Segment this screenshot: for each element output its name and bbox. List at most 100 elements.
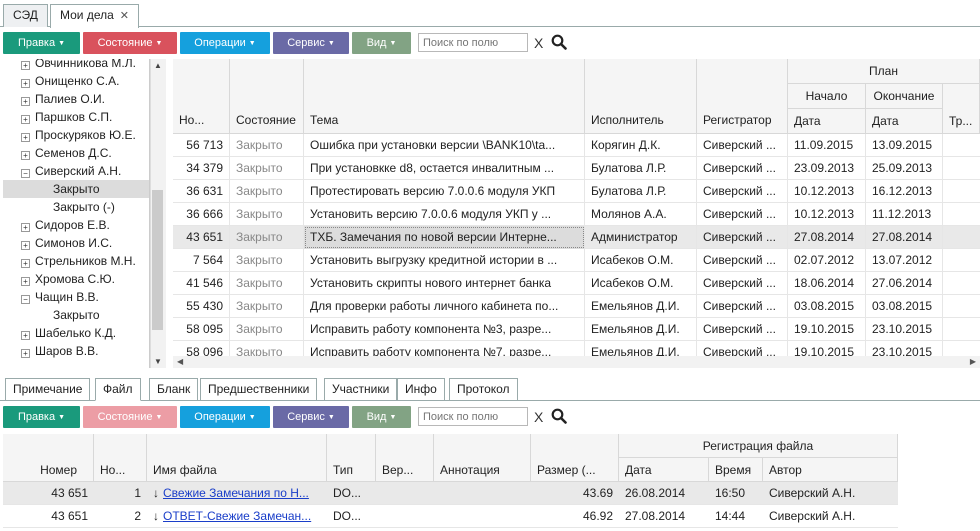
table-row[interactable]: 7 564 Закрыто Установить выгрузку кредитно… — [173, 249, 980, 272]
expand-icon[interactable]: + — [21, 277, 30, 286]
col-header-reg-time[interactable]: Время — [709, 458, 763, 482]
tree-node[interactable]: + Паршков С.П. — [21, 108, 149, 126]
table-row[interactable]: 43 651 Закрыто ТХБ. Замечания по новой вер… — [173, 226, 980, 249]
col-header-start-date[interactable]: Дата — [788, 109, 866, 134]
file-link[interactable]: Свежие Замечания по Н... — [163, 486, 309, 500]
scroll-down-icon[interactable]: ▼ — [154, 357, 162, 366]
file-row[interactable]: 43 651 1 ↓ Свежие Замечания по Н... DO... 43.… — [3, 482, 898, 505]
tree-node[interactable]: + Овчинникова М.Л. — [21, 59, 149, 72]
detail-tab[interactable]: Протокол — [449, 378, 518, 401]
tree-node[interactable]: − Чащин В.В. — [21, 288, 149, 306]
collapse-icon[interactable]: − — [21, 295, 30, 304]
download-icon[interactable]: ↓ — [153, 509, 159, 523]
col-header-reg-date[interactable]: Дата — [619, 458, 709, 482]
tree-node[interactable]: Закрыто (-) — [3, 198, 149, 216]
col-header-status[interactable]: Состояние — [230, 59, 304, 134]
expand-icon[interactable]: + — [21, 79, 30, 88]
expand-icon[interactable]: + — [21, 61, 30, 70]
pravka-button[interactable]: Правка ▼ — [3, 32, 80, 54]
col-header-executor[interactable]: Исполнитель — [585, 59, 697, 134]
file-row[interactable]: 43 651 2 ↓ ОТВЕТ-Свежие Замечан... DO... 46.9… — [3, 505, 898, 528]
tree-node[interactable]: + Палиев О.И. — [21, 90, 149, 108]
table-row[interactable]: 34 379 Закрыто При установкке d8, остается… — [173, 157, 980, 180]
vid-button[interactable]: Вид ▼ — [352, 32, 411, 54]
servis-button[interactable]: Сервис ▼ — [273, 32, 349, 54]
tree-node[interactable]: + Сидоров Е.В. — [21, 216, 149, 234]
tree-node[interactable]: + Онищенко С.А. — [21, 72, 149, 90]
expand-icon[interactable]: + — [21, 349, 30, 358]
expand-icon[interactable]: + — [21, 97, 30, 106]
col-header-annotation[interactable]: Аннотация — [434, 434, 531, 482]
detail-tab[interactable]: Файл — [95, 378, 141, 401]
tree-node[interactable]: + Симонов И.С. — [21, 234, 149, 252]
col-header-end-date[interactable]: Дата — [866, 109, 943, 134]
file-cell-date: 27.08.2014 — [625, 509, 686, 523]
expand-icon[interactable]: + — [21, 223, 30, 232]
tree-node[interactable]: Закрыто — [3, 306, 149, 324]
tab-sed[interactable]: СЭД — [3, 4, 48, 27]
pravka-button[interactable]: Правка ▼ — [3, 406, 80, 428]
sostoyanie-button[interactable]: Состояние ▼ — [83, 32, 177, 54]
detail-tab[interactable]: Инфо — [397, 378, 445, 401]
top-tab-bar: СЭД Мои дела ✕ — [0, 0, 980, 28]
table-row[interactable]: 56 713 Закрыто Ошибка при установки версии… — [173, 134, 980, 157]
table-row[interactable]: 58 095 Закрыто Исправить работу компонента… — [173, 318, 980, 341]
tree-node[interactable]: + Шабелько К.Д. — [21, 324, 149, 342]
col-header-file-type[interactable]: Тип — [327, 434, 376, 482]
expand-icon[interactable]: + — [21, 259, 30, 268]
scroll-right-icon[interactable]: ▶ — [970, 357, 976, 366]
scroll-left-icon[interactable]: ◀ — [177, 357, 183, 366]
tree-node[interactable]: + Семенов Д.С. — [21, 144, 149, 162]
table-row[interactable]: 55 430 Закрыто Для проверки работы личного… — [173, 295, 980, 318]
vid-button[interactable]: Вид ▼ — [352, 406, 411, 428]
col-header-file-name[interactable]: Имя файла — [147, 434, 327, 482]
search-input[interactable] — [418, 407, 528, 426]
clear-search-button[interactable]: X — [534, 35, 543, 51]
tree-node[interactable]: − Сиверский А.Н. — [21, 162, 149, 180]
tree-node[interactable]: + Проскуряков Ю.Е. — [21, 126, 149, 144]
col-header-registrar[interactable]: Регистратор — [697, 59, 788, 134]
col-header-file-number[interactable]: Номер — [3, 434, 94, 482]
tree-node[interactable]: + Шаров В.В. — [21, 342, 149, 360]
tree-node[interactable]: + Стрельников М.Н. — [21, 252, 149, 270]
tree-node-label: Закрыто — [53, 182, 100, 196]
cell-num: 41 546 — [173, 272, 230, 295]
grid-h-scrollbar[interactable]: ◀ ▶ — [173, 356, 980, 368]
operacii-button[interactable]: Операции ▼ — [180, 406, 270, 428]
table-row[interactable]: 58 096 Закрыто Исправить работу компонента… — [173, 341, 980, 356]
detail-tab[interactable]: Предшественники — [200, 378, 318, 401]
search-icon[interactable] — [551, 34, 567, 50]
tree-scroll-thumb[interactable] — [152, 190, 163, 330]
tree-node[interactable]: Закрыто — [3, 180, 149, 198]
table-row[interactable]: 36 631 Закрыто Протестировать версию 7.0.0… — [173, 180, 980, 203]
collapse-icon[interactable]: − — [21, 169, 30, 178]
col-header-size[interactable]: Размер (... — [531, 434, 619, 482]
expand-icon[interactable]: + — [21, 241, 30, 250]
search-icon[interactable] — [551, 408, 567, 424]
detail-tab[interactable]: Участники — [324, 378, 398, 401]
table-row[interactable]: 36 666 Закрыто Установить версию 7.0.0.6 м… — [173, 203, 980, 226]
col-header-file-version[interactable]: Вер... — [376, 434, 434, 482]
table-row[interactable]: 41 546 Закрыто Установить скрипты нового и… — [173, 272, 980, 295]
close-icon[interactable]: ✕ — [120, 10, 129, 22]
clear-search-button[interactable]: X — [534, 409, 543, 425]
download-icon[interactable]: ↓ — [153, 486, 159, 500]
file-link[interactable]: ОТВЕТ-Свежие Замечан... — [163, 509, 311, 523]
col-header-tr[interactable]: Тр... — [943, 84, 980, 134]
search-input[interactable] — [418, 33, 528, 52]
expand-icon[interactable]: + — [21, 151, 30, 160]
col-header-reg-author[interactable]: Автор — [763, 458, 898, 482]
tree-node[interactable]: + Хромова С.Ю. — [21, 270, 149, 288]
expand-icon[interactable]: + — [21, 115, 30, 124]
detail-tab[interactable]: Бланк — [149, 378, 199, 401]
servis-button[interactable]: Сервис ▼ — [273, 406, 349, 428]
expand-icon[interactable]: + — [21, 331, 30, 340]
expand-icon[interactable]: + — [21, 133, 30, 142]
operacii-button[interactable]: Операции ▼ — [180, 32, 270, 54]
detail-tab[interactable]: Примечание — [5, 378, 91, 401]
col-header-file-no[interactable]: Но... — [94, 434, 147, 482]
tab-my-cases[interactable]: Мои дела ✕ — [50, 4, 140, 28]
col-header-number[interactable]: Но... — [173, 59, 230, 134]
col-header-subject[interactable]: Тема — [304, 59, 585, 134]
scroll-up-icon[interactable]: ▲ — [154, 61, 162, 70]
